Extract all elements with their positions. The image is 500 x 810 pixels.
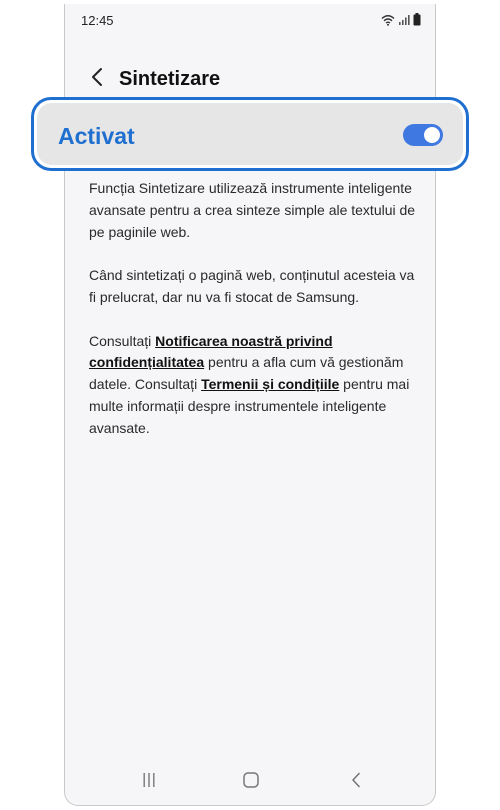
chevron-left-icon — [91, 67, 103, 92]
wifi-icon — [381, 13, 395, 31]
status-icons — [381, 13, 421, 31]
page-header: Sintetizare — [65, 59, 435, 99]
page-title: Sintetizare — [119, 68, 221, 90]
description-paragraph-2: Când sintetizați o pagină web, conținutu… — [89, 267, 415, 305]
terms-link[interactable]: Termenii și condițiile — [201, 376, 339, 392]
home-icon — [243, 771, 259, 793]
toggle-row-background: Activat — [37, 103, 463, 165]
status-bar: 12:45 — [65, 4, 435, 36]
description-paragraph-1: Funcția Sintetizare utilizează instrumen… — [89, 180, 416, 240]
signal-icon — [398, 13, 410, 31]
navigation-bar — [65, 761, 435, 805]
description-paragraph-3: Consultați Notificarea noastră privind c… — [89, 331, 419, 440]
nav-back-button[interactable] — [343, 769, 369, 795]
recent-apps-button[interactable] — [136, 769, 162, 795]
back-button[interactable] — [85, 67, 109, 91]
activate-toggle-row[interactable]: Activat — [31, 97, 469, 171]
description: Funcția Sintetizare utilizează instrumen… — [89, 178, 419, 461]
status-time: 12:45 — [81, 13, 114, 28]
recent-apps-icon — [141, 772, 157, 793]
paragraph-text: Consultați — [89, 332, 156, 349]
toggle-label: Activat — [58, 123, 135, 149]
toggle-knob — [424, 127, 440, 143]
battery-icon — [413, 13, 421, 31]
home-button[interactable] — [238, 769, 264, 795]
toggle-switch[interactable] — [403, 124, 443, 146]
back-icon — [350, 772, 362, 793]
